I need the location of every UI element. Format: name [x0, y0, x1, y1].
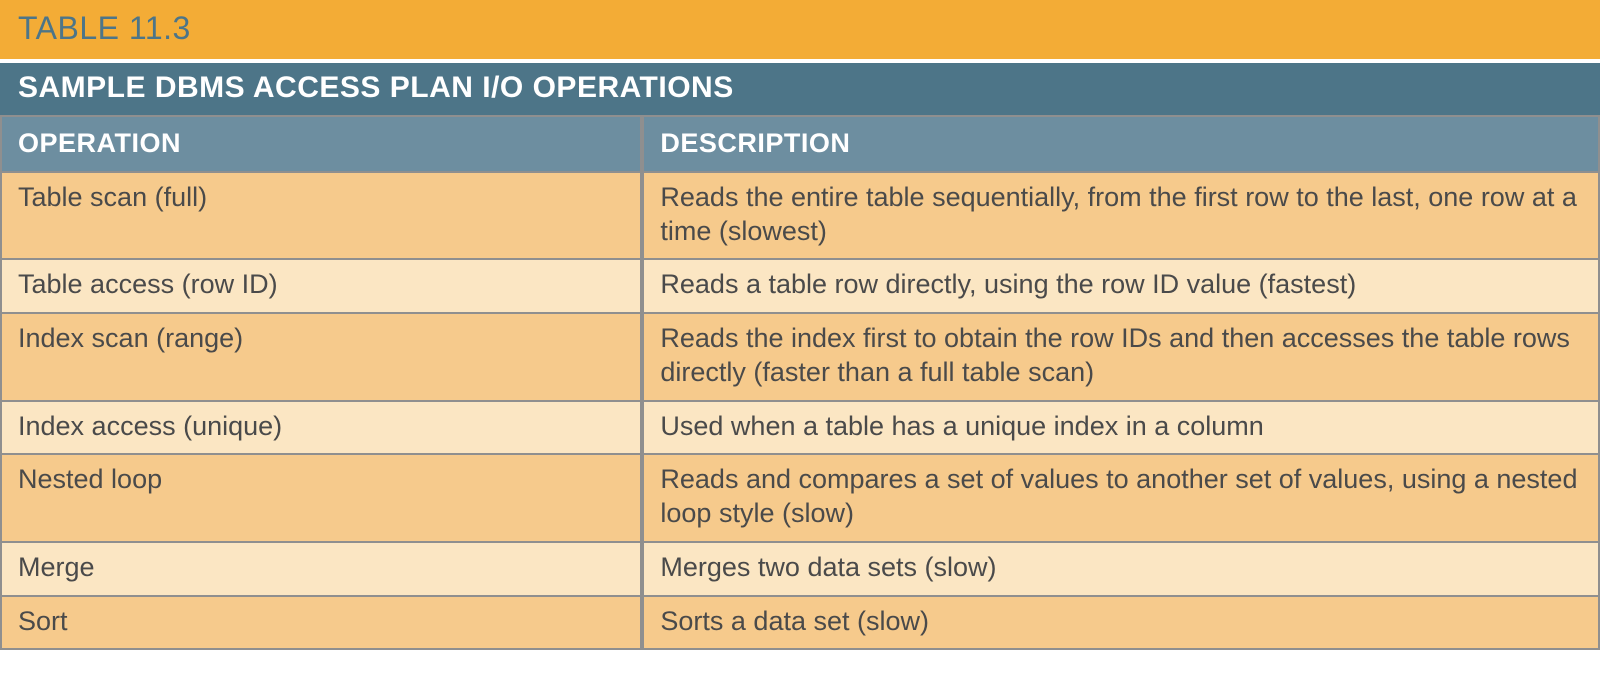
cell-description: Used when a table has a unique index in …	[640, 402, 1598, 456]
operations-table: OPERATION DESCRIPTION Table scan (full) …	[0, 115, 1600, 650]
table-row: Sort Sorts a data set (slow)	[2, 597, 1598, 649]
cell-description: Reads the index first to obtain the row …	[640, 314, 1598, 402]
col-header-operation: OPERATION	[2, 115, 640, 173]
cell-operation: Nested loop	[2, 455, 640, 543]
cell-description: Merges two data sets (slow)	[640, 543, 1598, 597]
cell-operation: Index scan (range)	[2, 314, 640, 402]
cell-operation: Table access (row ID)	[2, 260, 640, 314]
col-header-description: DESCRIPTION	[640, 115, 1598, 173]
table-row: Index scan (range) Reads the index first…	[2, 314, 1598, 402]
cell-operation: Merge	[2, 543, 640, 597]
cell-operation: Sort	[2, 597, 640, 649]
table-figure: TABLE 11.3 SAMPLE DBMS ACCESS PLAN I/O O…	[0, 0, 1600, 650]
cell-description: Sorts a data set (slow)	[640, 597, 1598, 649]
table-title: SAMPLE DBMS ACCESS PLAN I/O OPERATIONS	[0, 63, 1600, 115]
cell-description: Reads and compares a set of values to an…	[640, 455, 1598, 543]
cell-description: Reads a table row directly, using the ro…	[640, 260, 1598, 314]
table-row: Nested loop Reads and compares a set of …	[2, 455, 1598, 543]
table-row: Index access (unique) Used when a table …	[2, 402, 1598, 456]
cell-operation: Index access (unique)	[2, 402, 640, 456]
table-caption: TABLE 11.3	[0, 0, 1600, 59]
cell-description: Reads the entire table sequentially, fro…	[640, 173, 1598, 261]
table-row: Table access (row ID) Reads a table row …	[2, 260, 1598, 314]
table-header-row: OPERATION DESCRIPTION	[2, 115, 1598, 173]
table-row: Merge Merges two data sets (slow)	[2, 543, 1598, 597]
cell-operation: Table scan (full)	[2, 173, 640, 261]
table-row: Table scan (full) Reads the entire table…	[2, 173, 1598, 261]
